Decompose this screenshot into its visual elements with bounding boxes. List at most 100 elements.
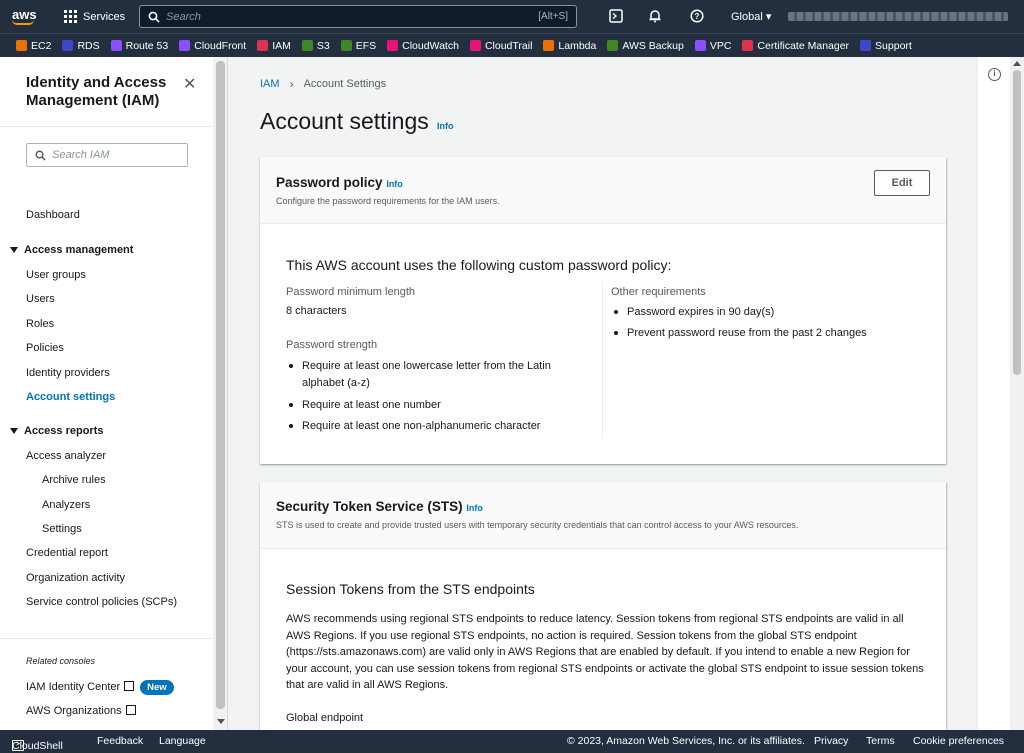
region-label: Global (731, 11, 763, 23)
sidebar-item-account-settings[interactable]: Account settings (26, 391, 115, 403)
help-icon[interactable]: ? (690, 9, 704, 23)
sts-info-link[interactable]: Info (466, 503, 483, 513)
footer: > CloudShell Feedback Language © 2023, Am… (0, 730, 1024, 753)
edit-password-policy-button[interactable]: Edit (874, 170, 930, 196)
password-policy-info-link[interactable]: Info (386, 179, 403, 189)
sidebar-link-organizations[interactable]: AWS Organizations (26, 705, 136, 717)
sidebar-item-access-analyzer[interactable]: Access analyzer (26, 450, 106, 462)
section-access-reports[interactable]: Access reports (10, 425, 104, 437)
service-icon (340, 40, 352, 51)
other-requirement-item: Prevent password reuse from the past 2 c… (611, 325, 931, 342)
section-access-management[interactable]: Access management (10, 244, 133, 256)
external-link-icon (124, 681, 135, 691)
favorite-cloudtrail[interactable]: CloudTrail (469, 39, 533, 52)
favorite-lambda[interactable]: Lambda (543, 40, 596, 52)
sidebar-item-analyzers[interactable]: Analyzers (42, 499, 90, 511)
strength-item: Require at least one number (286, 397, 586, 414)
breadcrumb-iam-link[interactable]: IAM (260, 78, 280, 90)
favorite-label: CloudTrail (484, 39, 533, 52)
favorite-certificate-manager[interactable]: Certificate Manager (742, 40, 849, 52)
page-info-link[interactable]: Info (437, 121, 454, 131)
account-menu-redacted[interactable] (788, 12, 1008, 21)
sidebar-item-scps[interactable]: Service control policies (SCPs) (26, 596, 177, 608)
min-length-value: 8 characters (286, 305, 347, 317)
service-icon (16, 40, 27, 51)
sidebar-item-dashboard[interactable]: Dashboard (26, 209, 80, 221)
favorite-label: CloudFront (194, 39, 247, 52)
main-scrollbar[interactable] (1010, 57, 1024, 730)
services-grid-icon (64, 10, 77, 23)
scroll-up-arrow-icon[interactable] (1013, 61, 1021, 66)
favorite-ec2[interactable]: EC2 (16, 40, 51, 52)
favorite-vpc[interactable]: VPC (694, 40, 731, 52)
region-selector[interactable]: Global ▾ (731, 10, 771, 23)
services-menu-button[interactable]: Services (64, 10, 125, 23)
sidebar-title: Identity and Access Management (IAM) (26, 74, 167, 109)
favorite-s3[interactable]: S3 (301, 40, 330, 52)
favorites-bar: EC2 RDS Route 53 CloudFront IAM S3 EFS CloudWat… (0, 33, 1024, 57)
sts-card: Security Token Service (STS) Info STS is… (260, 482, 946, 730)
favorite-aws-backup[interactable]: AWS Backup (607, 40, 684, 52)
search-shortcut: [Alt+S] (538, 11, 568, 22)
sidebar-link-identity-center[interactable]: IAM Identity Center New (26, 680, 174, 695)
favorite-label: Support (875, 39, 912, 52)
scrollbar-thumb[interactable] (1013, 70, 1021, 375)
sidebar-item-policies[interactable]: Policies (26, 342, 64, 354)
sidebar-item-identity-providers[interactable]: Identity providers (26, 367, 110, 379)
cloudshell-label: CloudShell (12, 740, 63, 752)
caret-down-icon (10, 428, 18, 434)
strength-label: Password strength (286, 339, 378, 351)
privacy-link[interactable]: Privacy (814, 735, 848, 747)
service-icon (387, 40, 399, 51)
terms-link[interactable]: Terms (866, 735, 895, 747)
favorite-cloudwatch[interactable]: CloudWatch (387, 40, 459, 52)
sidebar-item-settings[interactable]: Settings (42, 523, 82, 535)
other-requirement-item: Password expires in 90 day(s) (611, 304, 931, 321)
sidebar-item-user-groups[interactable]: User groups (26, 269, 86, 281)
chevron-down-icon: ▾ (765, 11, 772, 23)
service-icon (301, 40, 313, 51)
sidebar-item-credential-report[interactable]: Credential report (26, 547, 108, 559)
strength-item: Require at least one lowercase letter fr… (286, 358, 586, 392)
service-icon (110, 40, 122, 51)
cookie-preferences-link[interactable]: Cookie preferences (913, 735, 1004, 747)
scroll-down-arrow-icon[interactable] (217, 719, 225, 724)
favorite-rds[interactable]: RDS (62, 40, 100, 52)
favorite-efs[interactable]: EFS (340, 39, 377, 52)
password-policy-header: Password policy Info Configure the passw… (260, 157, 946, 224)
info-icon[interactable]: i (988, 68, 1001, 81)
service-icon (62, 40, 74, 51)
favorite-label: IAM (272, 39, 291, 52)
close-icon[interactable]: ✕ (183, 74, 196, 94)
password-policy-heading: This AWS account uses the following cust… (286, 257, 672, 273)
sidebar-item-archive-rules[interactable]: Archive rules (42, 474, 106, 486)
service-icon (694, 40, 706, 51)
global-search-input[interactable]: Search [Alt+S] (139, 5, 577, 28)
caret-down-icon (10, 247, 18, 253)
bell-icon[interactable] (648, 9, 662, 23)
password-policy-card: Password policy Info Configure the passw… (260, 157, 946, 464)
organizations-label: AWS Organizations (26, 705, 122, 717)
language-link[interactable]: Language (159, 735, 206, 747)
favorite-support[interactable]: Support (860, 40, 912, 52)
feedback-link[interactable]: Feedback (97, 735, 143, 747)
sidebar-item-organization-activity[interactable]: Organization activity (26, 572, 125, 584)
sidebar-search-input[interactable]: Search IAM (26, 143, 188, 167)
favorite-route-53[interactable]: Route 53 (110, 40, 168, 52)
favorite-label: EFS (355, 39, 377, 52)
aws-logo[interactable]: aws (12, 8, 46, 25)
copyright-text: © 2023, Amazon Web Services, Inc. or its… (567, 735, 805, 747)
cloudshell-icon[interactable] (609, 9, 623, 23)
favorite-iam[interactable]: IAM (257, 40, 291, 52)
favorite-cloudfront[interactable]: CloudFront (179, 40, 246, 52)
related-consoles-heading: Related consoles (26, 656, 96, 666)
section-access-management-label: Access management (24, 244, 134, 256)
svg-text:?: ? (695, 12, 700, 21)
scrollbar-thumb[interactable] (216, 61, 225, 709)
strength-item: Require at least one non-alphanumeric ch… (286, 418, 586, 435)
sidebar-item-roles[interactable]: Roles (26, 318, 54, 330)
sidebar-item-users[interactable]: Users (26, 293, 55, 305)
password-policy-title-text: Password policy (276, 175, 383, 190)
sidebar-scrollbar[interactable] (213, 57, 227, 730)
sts-title-text: Security Token Service (STS) (276, 499, 463, 514)
